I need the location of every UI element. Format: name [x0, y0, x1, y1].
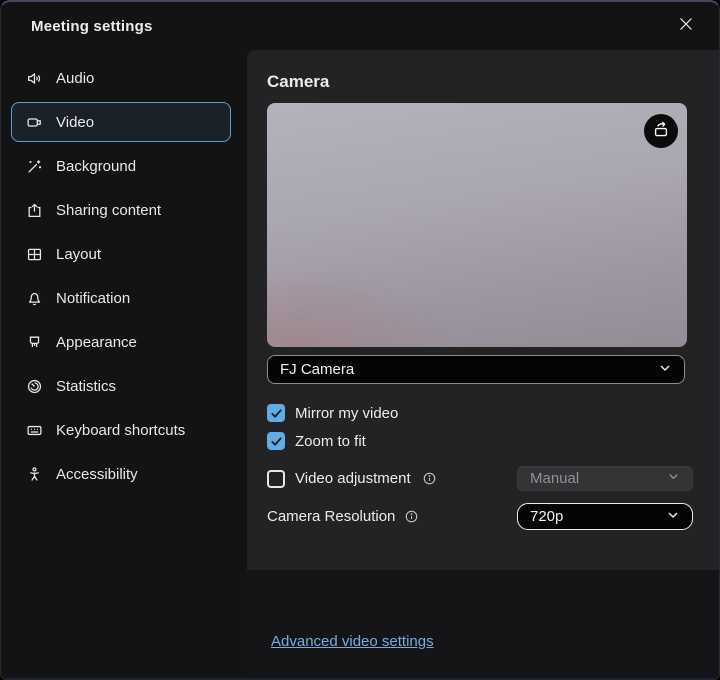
- camera-device-select[interactable]: FJ Camera: [267, 355, 685, 384]
- sidebar-item-accessibility[interactable]: Accessibility: [11, 454, 231, 494]
- sidebar-item-layout[interactable]: Layout: [11, 234, 231, 274]
- sidebar-item-keyboard-shortcuts[interactable]: Keyboard shortcuts: [11, 410, 231, 450]
- chevron-down-icon: [667, 470, 680, 487]
- camera-resolution-select[interactable]: 720p: [517, 503, 693, 530]
- video-adjustment-checkbox[interactable]: [267, 470, 285, 488]
- video-adjustment-row: Video adjustment Manual: [267, 466, 693, 491]
- sidebar-item-label: Accessibility: [56, 466, 138, 483]
- share-upload-icon: [26, 202, 43, 219]
- keyboard-icon: [26, 422, 43, 439]
- sidebar-item-label: Layout: [56, 246, 101, 263]
- video-settings-card: Camera FJ Camera: [247, 50, 719, 570]
- sidebar-item-label: Keyboard shortcuts: [56, 422, 185, 439]
- gauge-icon: [26, 378, 43, 395]
- chevron-down-icon: [658, 361, 672, 379]
- sidebar-item-label: Notification: [56, 290, 130, 307]
- sidebar-item-video[interactable]: Video: [11, 102, 231, 142]
- sidebar-item-label: Video: [56, 114, 94, 131]
- camera-resolution-value: 720p: [530, 508, 563, 525]
- sidebar-item-appearance[interactable]: Appearance: [11, 322, 231, 362]
- close-icon: [679, 17, 693, 36]
- sidebar-item-label: Statistics: [56, 378, 116, 395]
- video-camera-icon: [26, 114, 43, 131]
- advanced-video-settings-link[interactable]: Advanced video settings: [271, 633, 434, 650]
- magic-wand-icon: [26, 158, 43, 175]
- meeting-settings-dialog: Meeting settings Audio: [0, 0, 720, 680]
- camera-section-title: Camera: [267, 72, 693, 92]
- zoom-to-fit-row: Zoom to fit: [267, 432, 693, 450]
- video-adjustment-mode-value: Manual: [530, 470, 579, 487]
- settings-sidebar: Audio Video: [1, 50, 247, 678]
- rotate-camera-icon: [651, 119, 671, 144]
- sidebar-item-label: Appearance: [56, 334, 137, 351]
- camera-preview: [267, 103, 687, 347]
- mirror-video-checkbox[interactable]: [267, 404, 285, 422]
- accessibility-icon: [26, 466, 43, 483]
- sidebar-item-statistics[interactable]: Statistics: [11, 366, 231, 406]
- zoom-to-fit-checkbox[interactable]: [267, 432, 285, 450]
- camera-resolution-label: Camera Resolution: [267, 508, 395, 525]
- sidebar-item-label: Audio: [56, 70, 94, 87]
- camera-device-value: FJ Camera: [280, 361, 354, 378]
- camera-resolution-row: Camera Resolution 720p: [267, 503, 693, 530]
- settings-content: Camera FJ Camera: [247, 50, 719, 678]
- speaker-icon: [26, 70, 43, 87]
- video-adjustment-label: Video adjustment: [295, 470, 411, 487]
- sidebar-item-background[interactable]: Background: [11, 146, 231, 186]
- paintbrush-icon: [26, 334, 43, 351]
- close-button[interactable]: [671, 11, 701, 41]
- sidebar-item-audio[interactable]: Audio: [11, 58, 231, 98]
- zoom-to-fit-label: Zoom to fit: [295, 433, 366, 450]
- info-icon[interactable]: [404, 509, 419, 524]
- bell-icon: [26, 290, 43, 307]
- mirror-video-row: Mirror my video: [267, 404, 693, 422]
- sidebar-item-notification[interactable]: Notification: [11, 278, 231, 318]
- video-adjustment-mode-select: Manual: [517, 466, 693, 491]
- chevron-down-icon: [666, 508, 680, 526]
- sidebar-item-sharing-content[interactable]: Sharing content: [11, 190, 231, 230]
- info-icon[interactable]: [422, 471, 437, 486]
- card-footer-area: Advanced video settings: [247, 570, 719, 678]
- mirror-video-label: Mirror my video: [295, 405, 398, 422]
- dialog-title: Meeting settings: [31, 18, 153, 35]
- layout-grid-icon: [26, 246, 43, 263]
- sidebar-item-label: Sharing content: [56, 202, 161, 219]
- rotate-camera-button[interactable]: [644, 114, 678, 148]
- titlebar: Meeting settings: [1, 2, 719, 50]
- sidebar-item-label: Background: [56, 158, 136, 175]
